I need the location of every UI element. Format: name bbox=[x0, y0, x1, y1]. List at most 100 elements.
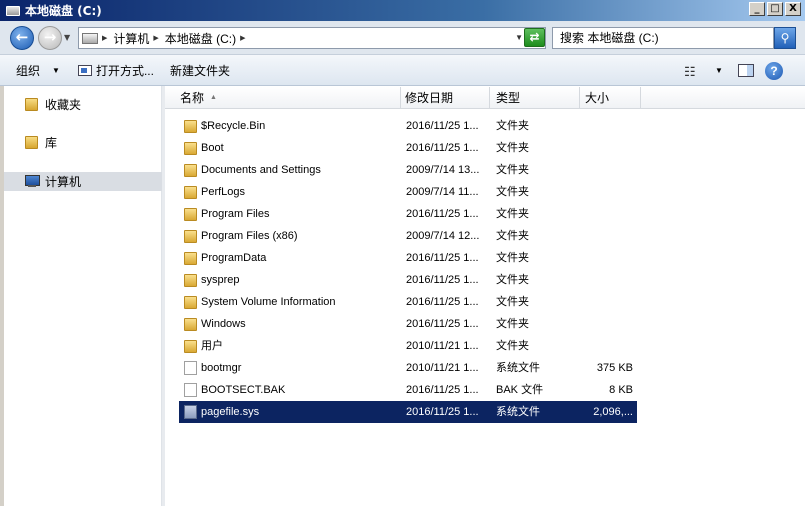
table-row[interactable]: bootmgr 2010/11/21 1... 系统文件 375 KB bbox=[179, 357, 637, 379]
table-row[interactable]: Program Files (x86) 2009/7/14 12... 文件夹 bbox=[179, 225, 637, 247]
computer-icon bbox=[24, 175, 40, 188]
file-type: 系统文件 bbox=[496, 406, 540, 418]
new-folder-label: 新建文件夹 bbox=[169, 63, 230, 78]
file-size bbox=[581, 137, 633, 159]
breadcrumb-computer[interactable]: 计算机 bbox=[113, 30, 149, 47]
file-size bbox=[581, 335, 633, 357]
new-folder-button[interactable]: 新建文件夹 bbox=[164, 59, 236, 81]
forward-arrow-icon: → bbox=[43, 28, 57, 46]
file-date: 2010/11/21 1... bbox=[406, 340, 479, 352]
view-options-icon[interactable]: ☷ bbox=[684, 64, 696, 80]
recent-pages-dropdown[interactable]: ▼ bbox=[64, 33, 70, 42]
file-date: 2009/7/14 13... bbox=[406, 164, 480, 176]
preview-pane-icon[interactable] bbox=[738, 64, 754, 77]
file-date: 2016/11/25 1... bbox=[406, 142, 479, 154]
file-name: BOOTSECT.BAK bbox=[201, 384, 286, 396]
file-name: PerfLogs bbox=[201, 186, 246, 198]
file-icon bbox=[184, 361, 197, 375]
breadcrumb-local-disk[interactable]: 本地磁盘 (C:) bbox=[165, 30, 236, 47]
file-date: 2016/11/25 1... bbox=[406, 318, 479, 330]
search-button[interactable]: ⚲ bbox=[774, 27, 796, 49]
breadcrumb-separator-icon[interactable]: ▶ bbox=[102, 34, 107, 42]
organize-label: 组织 bbox=[16, 63, 41, 78]
window-controls: _ □ X bbox=[749, 2, 801, 16]
folder-icon bbox=[184, 142, 197, 155]
file-date: 2016/11/25 1... bbox=[406, 274, 479, 286]
table-row[interactable]: PerfLogs 2009/7/14 11... 文件夹 bbox=[179, 181, 637, 203]
refresh-button[interactable]: ⇄ bbox=[524, 28, 545, 47]
table-row[interactable]: ProgramData 2016/11/25 1... 文件夹 bbox=[179, 247, 637, 269]
open-with-button[interactable]: 打开方式... bbox=[72, 59, 160, 81]
file-date: 2016/11/25 1... bbox=[406, 208, 479, 220]
file-size bbox=[581, 225, 633, 247]
file-type: 文件夹 bbox=[496, 296, 529, 308]
file-date: 2009/7/14 12... bbox=[406, 230, 480, 242]
breadcrumb-separator-icon[interactable]: ▶ bbox=[153, 34, 158, 42]
folder-icon bbox=[184, 318, 197, 331]
window-title: 本地磁盘 (C:) bbox=[25, 4, 102, 18]
table-row[interactable]: pagefile.sys 2016/11/25 1... 系统文件 2,096,... bbox=[179, 401, 637, 423]
file-name: bootmgr bbox=[201, 362, 242, 374]
folder-icon bbox=[184, 274, 197, 287]
file-type: 文件夹 bbox=[496, 274, 529, 286]
column-header-date[interactable]: 修改日期 bbox=[401, 87, 490, 109]
file-name: Windows bbox=[201, 318, 246, 330]
address-dropdown-icon[interactable]: ▼ bbox=[515, 33, 523, 42]
maximize-button[interactable]: □ bbox=[767, 2, 783, 16]
table-row[interactable]: Documents and Settings 2009/7/14 13... 文件夹 bbox=[179, 159, 637, 181]
column-header-label: 修改日期 bbox=[405, 91, 454, 105]
file-list: 名称 ▲ 修改日期 类型 大小 $Recycle.Bin 2016/11/25 1… bbox=[165, 86, 805, 506]
nav-item-libraries[interactable]: 库 bbox=[4, 133, 162, 152]
title-bar: 本地磁盘 (C:) _ □ X bbox=[0, 0, 805, 21]
navigation-pane: 收藏夹 库 计算机 bbox=[4, 86, 162, 506]
close-button[interactable]: X bbox=[785, 2, 801, 16]
file-date: 2016/11/25 1... bbox=[406, 120, 479, 132]
nav-item-favorites[interactable]: 收藏夹 bbox=[4, 95, 162, 114]
file-type: 文件夹 bbox=[496, 252, 529, 264]
file-name: System Volume Information bbox=[201, 296, 336, 308]
column-header-filler bbox=[641, 87, 805, 109]
table-row[interactable]: $Recycle.Bin 2016/11/25 1... 文件夹 bbox=[179, 115, 637, 137]
folder-icon bbox=[184, 230, 197, 243]
open-with-icon bbox=[77, 64, 92, 76]
file-size bbox=[581, 115, 633, 137]
file-name: sysprep bbox=[201, 274, 240, 286]
file-type: 文件夹 bbox=[496, 164, 529, 176]
file-name: Program Files bbox=[201, 208, 270, 220]
file-type: 文件夹 bbox=[496, 120, 529, 132]
table-row[interactable]: System Volume Information 2016/11/25 1...… bbox=[179, 291, 637, 313]
column-header-type[interactable]: 类型 bbox=[490, 87, 580, 109]
nav-item-computer[interactable]: 计算机 bbox=[4, 172, 162, 191]
column-header-name[interactable]: 名称 ▲ bbox=[165, 87, 401, 109]
back-button[interactable]: ← bbox=[10, 26, 34, 50]
file-name: Program Files (x86) bbox=[201, 230, 298, 242]
view-dropdown-icon[interactable]: ▼ bbox=[715, 66, 723, 75]
organize-button[interactable]: 组织 ▼ bbox=[10, 59, 66, 81]
minimize-button[interactable]: _ bbox=[749, 2, 765, 16]
folder-icon bbox=[184, 164, 197, 177]
table-row[interactable]: sysprep 2016/11/25 1... 文件夹 bbox=[179, 269, 637, 291]
search-input[interactable]: 搜索 本地磁盘 (C:) bbox=[552, 27, 774, 49]
computer-icon bbox=[82, 32, 98, 44]
help-icon[interactable]: ? bbox=[765, 62, 783, 80]
file-name: pagefile.sys bbox=[201, 406, 260, 418]
forward-button[interactable]: → bbox=[38, 26, 62, 50]
file-size bbox=[581, 247, 633, 269]
folder-icon bbox=[184, 208, 197, 221]
breadcrumb-separator-icon[interactable]: ▶ bbox=[240, 34, 245, 42]
column-header-size[interactable]: 大小 bbox=[580, 87, 641, 109]
folder-icon bbox=[25, 98, 38, 111]
file-size: 375 KB bbox=[596, 362, 633, 374]
file-date: 2010/11/21 1... bbox=[406, 362, 479, 374]
nav-item-label: 收藏夹 bbox=[45, 98, 82, 112]
table-row[interactable]: 用户 2010/11/21 1... 文件夹 bbox=[179, 335, 637, 357]
table-row[interactable]: Boot 2016/11/25 1... 文件夹 bbox=[179, 137, 637, 159]
file-date: 2009/7/14 11... bbox=[406, 186, 479, 198]
file-date: 2016/11/25 1... bbox=[406, 296, 479, 308]
table-row[interactable]: Windows 2016/11/25 1... 文件夹 bbox=[179, 313, 637, 335]
table-row[interactable]: BOOTSECT.BAK 2016/11/25 1... BAK 文件 8 KB bbox=[179, 379, 637, 401]
file-size bbox=[581, 159, 633, 181]
file-size: 8 KB bbox=[609, 384, 633, 396]
table-row[interactable]: Program Files 2016/11/25 1... 文件夹 bbox=[179, 203, 637, 225]
address-bar[interactable]: ▶ 计算机 ▶ 本地磁盘 (C:) ▶ ▼ bbox=[78, 27, 546, 49]
